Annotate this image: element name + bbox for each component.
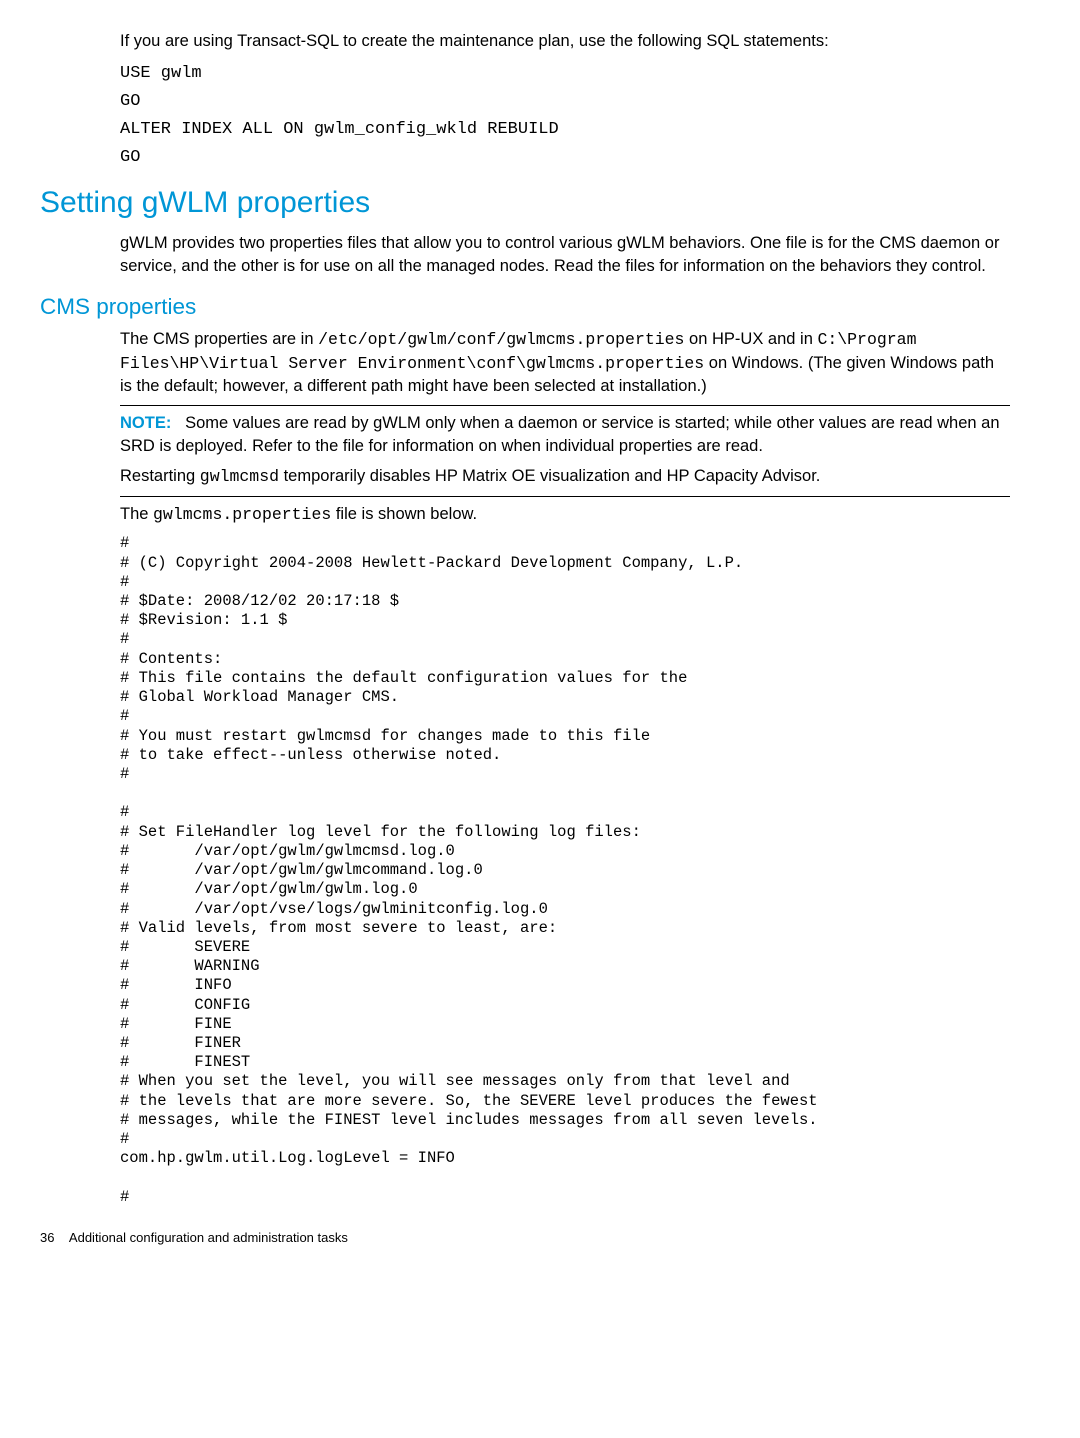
cms-p1a: The CMS properties are in <box>120 330 318 348</box>
note-paragraph-2: Restarting gwlmcmsd temporarily disables… <box>120 465 1010 488</box>
cms-path-hpux: /etc/opt/gwlm/conf/gwlmcms.properties <box>318 330 684 349</box>
note-rule-bottom <box>120 496 1010 497</box>
note-body-2b: temporarily disables HP Matrix OE visual… <box>279 467 820 485</box>
cms-p1b: on HP-UX and in <box>684 330 817 348</box>
properties-file-listing: # # (C) Copyright 2004-2008 Hewlett-Pack… <box>120 534 1040 1207</box>
subsection-title-cms: CMS properties <box>40 291 1040 323</box>
cms-p2b: file is shown below. <box>331 505 477 523</box>
note-rule-top <box>120 405 1010 406</box>
cms-p2a: The <box>120 505 153 523</box>
file-shown-paragraph: The gwlmcms.properties file is shown bel… <box>120 503 1010 526</box>
note-body-1: Some values are read by gWLM only when a… <box>120 414 1000 454</box>
page-number: 36 <box>40 1230 54 1245</box>
note-paragraph-1: NOTE: Some values are read by gWLM only … <box>120 412 1010 457</box>
page-footer: 36 Additional configuration and administ… <box>40 1229 1040 1247</box>
intro-transact-text: If you are using Transact-SQL to create … <box>120 30 1010 52</box>
note-code-gwlmcmsd: gwlmcmsd <box>200 467 279 486</box>
note-body-2a: Restarting <box>120 467 200 485</box>
cms-filename: gwlmcms.properties <box>153 505 331 524</box>
section-body: gWLM provides two properties files that … <box>120 232 1010 277</box>
chapter-title: Additional configuration and administrat… <box>69 1230 348 1245</box>
sql-code-block: USE gwlm GO ALTER INDEX ALL ON gwlm_conf… <box>120 60 1040 172</box>
section-title-setting-gwlm: Setting gWLM properties <box>40 182 1040 224</box>
cms-properties-paragraph: The CMS properties are in /etc/opt/gwlm/… <box>120 328 1010 397</box>
note-label: NOTE: <box>120 414 171 432</box>
